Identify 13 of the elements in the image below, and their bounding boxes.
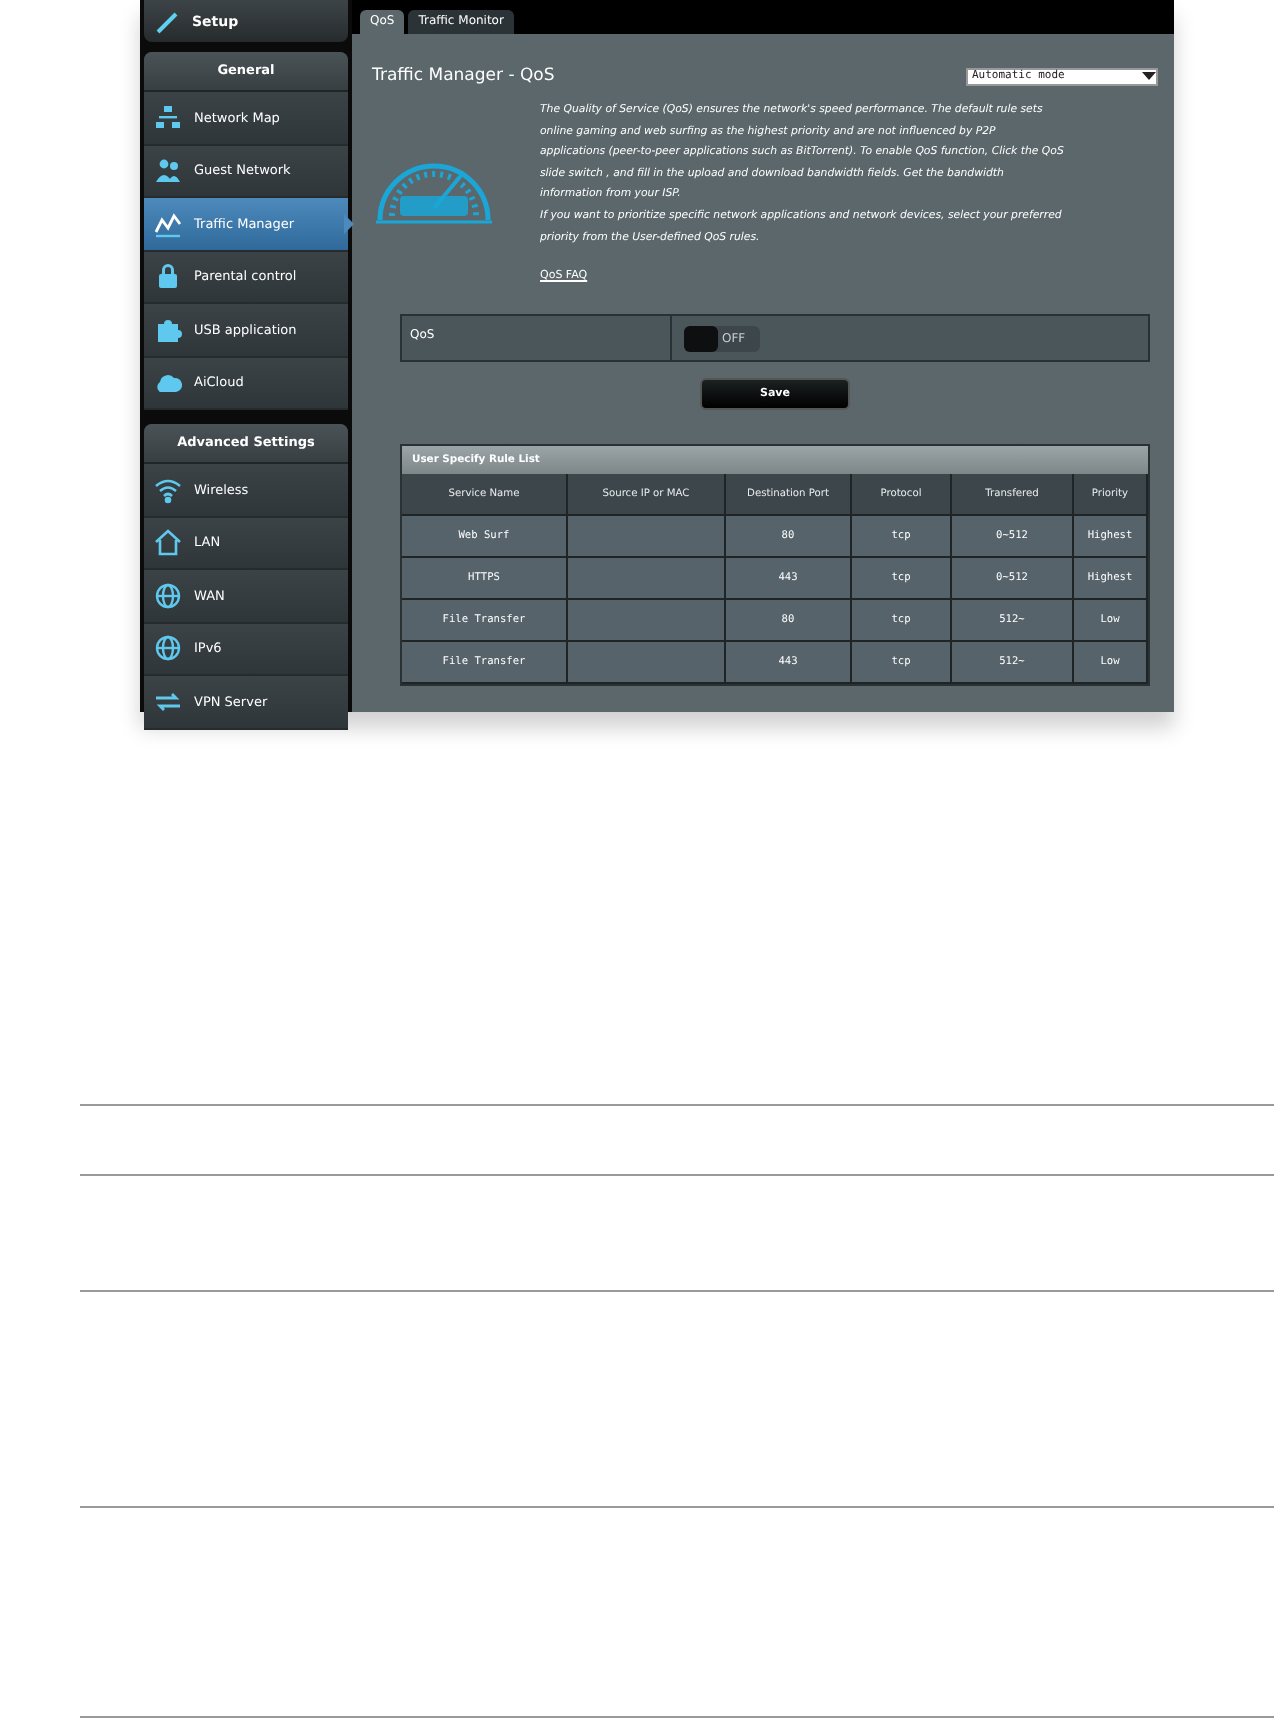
- people-icon: [154, 156, 182, 185]
- caret-icon: [1142, 70, 1156, 82]
- chart-icon: [154, 209, 182, 238]
- globe-icon: [154, 634, 182, 663]
- wifi-icon: [154, 475, 182, 504]
- home-icon: [154, 528, 182, 557]
- arrows-icon: [154, 687, 182, 716]
- panel-title: Traffic Manager - QoS: [372, 66, 555, 86]
- wand-icon: [156, 9, 180, 33]
- lock-icon: [154, 262, 182, 291]
- puzzle-icon: [154, 315, 182, 344]
- network-icon: [154, 103, 182, 132]
- globe-icon: [154, 581, 182, 610]
